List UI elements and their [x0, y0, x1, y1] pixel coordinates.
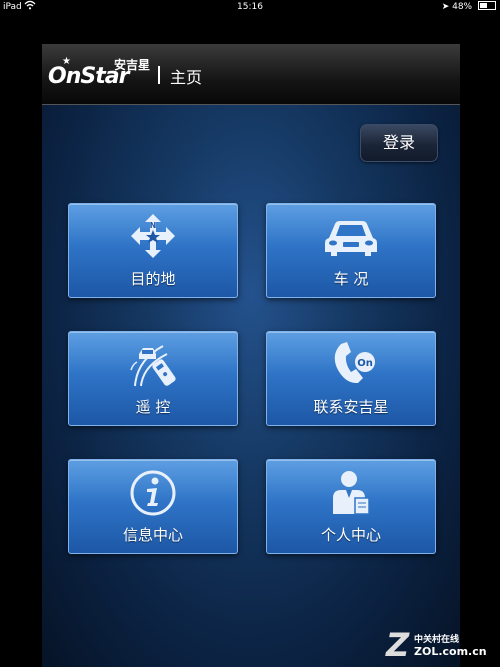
status-bar: iPad 15:16 ➤ 48%	[0, 0, 500, 14]
battery-status: ➤ 48%	[442, 0, 496, 14]
svg-text:On: On	[357, 358, 373, 369]
phone-icon: On	[267, 340, 435, 392]
tile-remote-control[interactable]: 遥 控	[68, 331, 238, 426]
watermark-line2: ZOL.com.cn	[414, 645, 487, 658]
tile-contact-onstar[interactable]: On 联系安吉星	[266, 331, 436, 426]
onstar-logo[interactable]: ★ OnStar 安吉星	[48, 54, 168, 94]
remote-control-icon	[69, 340, 237, 392]
svg-text:N: N	[150, 221, 157, 230]
watermark-letter: Z	[386, 626, 410, 664]
person-icon	[267, 468, 435, 520]
info-icon	[69, 468, 237, 520]
battery-icon	[478, 1, 496, 10]
tile-label: 信息中心	[122, 526, 183, 544]
destination-icon: N	[69, 212, 237, 264]
battery-percent: 48%	[452, 2, 473, 12]
zol-watermark: Z 中关村在线 ZOL.com.cn	[386, 626, 496, 664]
tile-destination[interactable]: N 目的地	[68, 203, 238, 298]
status-time: 15:16	[237, 2, 263, 12]
tile-vehicle-status[interactable]: 车 况	[266, 203, 436, 298]
tile-info-center[interactable]: 信息中心	[68, 459, 238, 554]
logo-brand-cn: 安吉星	[114, 58, 151, 72]
app-header: ★ OnStar 安吉星 主页	[42, 44, 460, 105]
tile-label: 个人中心	[320, 526, 381, 544]
tile-label: 遥 控	[135, 398, 171, 416]
tile-personal-center[interactable]: 个人中心	[266, 459, 436, 554]
car-icon	[267, 212, 435, 264]
watermark-line1: 中关村在线	[414, 635, 460, 645]
tile-label: 联系安吉星	[313, 398, 389, 416]
tile-label: 目的地	[130, 270, 176, 288]
app-screen: ★ OnStar 安吉星 主页 登录 N 目的地 车 况 遥 控 On 联系安吉…	[42, 44, 460, 667]
location-arrow-icon: ➤	[441, 2, 450, 12]
login-button[interactable]: 登录	[360, 124, 438, 162]
tile-label: 车 况	[333, 270, 369, 288]
header-divider	[158, 66, 160, 84]
page-title: 主页	[170, 68, 203, 87]
